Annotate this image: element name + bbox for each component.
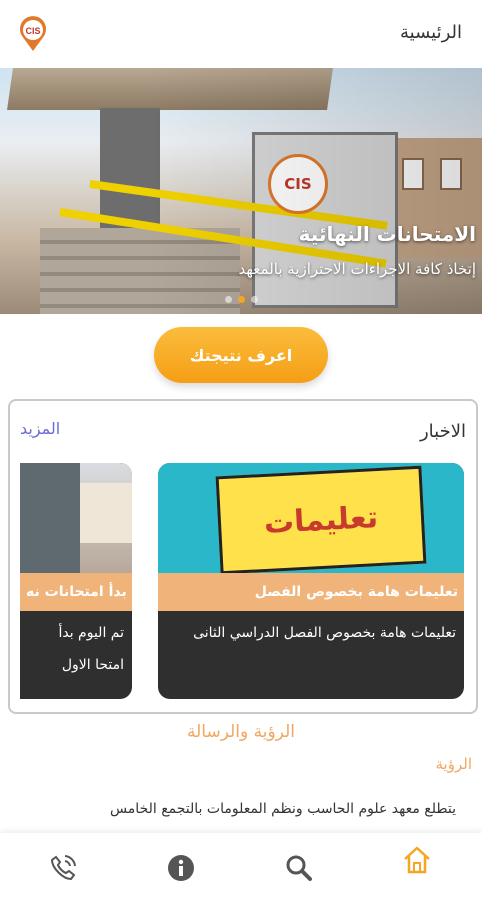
bottom-navigation <box>0 833 482 900</box>
svg-text:CIS: CIS <box>25 26 40 36</box>
slider-dot-active[interactable] <box>237 296 245 303</box>
search-icon[interactable] <box>282 851 316 885</box>
news-card[interactable]: تعليمات تعليمات هامة بخصوص الفصل تعليمات… <box>158 463 464 699</box>
page-title: الرئيسية <box>400 22 462 43</box>
slider-dot[interactable] <box>250 296 258 303</box>
know-result-button[interactable]: اعرف نتيجتك <box>154 327 328 383</box>
info-icon[interactable] <box>164 851 198 885</box>
app-header: CIS الرئيسية <box>0 0 482 68</box>
news-image-text: تعليمات <box>215 465 427 575</box>
slider-dots <box>0 296 482 303</box>
hero-slider[interactable]: CIS الامتحانات النهائية إتخاذ كافة الاجر… <box>0 68 482 314</box>
news-section: الاخبار المزيد تعليمات تعليمات هامة بخصو… <box>8 399 478 714</box>
news-card-description: تم اليوم بدأ امتحا الاول <box>58 625 124 673</box>
news-card-headline: بدأ امتحانات نه <box>20 573 132 611</box>
news-title: الاخبار <box>419 421 466 442</box>
news-card-description: تعليمات هامة بخصوص الفصل الدراسي الثانى <box>193 625 456 641</box>
cis-logo[interactable]: CIS <box>18 16 48 52</box>
news-more-link[interactable]: المزيد <box>20 419 60 438</box>
hero-title: الامتحانات النهائية <box>298 222 476 246</box>
vision-text: يتطلع معهد علوم الحاسب ونظم المعلومات با… <box>109 801 456 817</box>
news-card[interactable]: بدأ امتحانات نه تم اليوم بدأ امتحا الاول <box>20 463 132 699</box>
news-card-image <box>20 463 132 573</box>
hero-subtitle: إتخاذ كافة الاجراءات الاحترازية بالمعهد <box>238 260 477 278</box>
slider-dot[interactable] <box>224 296 232 303</box>
phone-icon[interactable] <box>46 851 80 885</box>
vision-mission-title: الرؤية والرسالة <box>187 722 295 742</box>
news-card-image: تعليمات <box>158 463 464 575</box>
home-icon[interactable] <box>400 843 434 877</box>
news-card-headline: تعليمات هامة بخصوص الفصل <box>158 573 464 611</box>
vision-label: الرؤية <box>435 755 472 773</box>
